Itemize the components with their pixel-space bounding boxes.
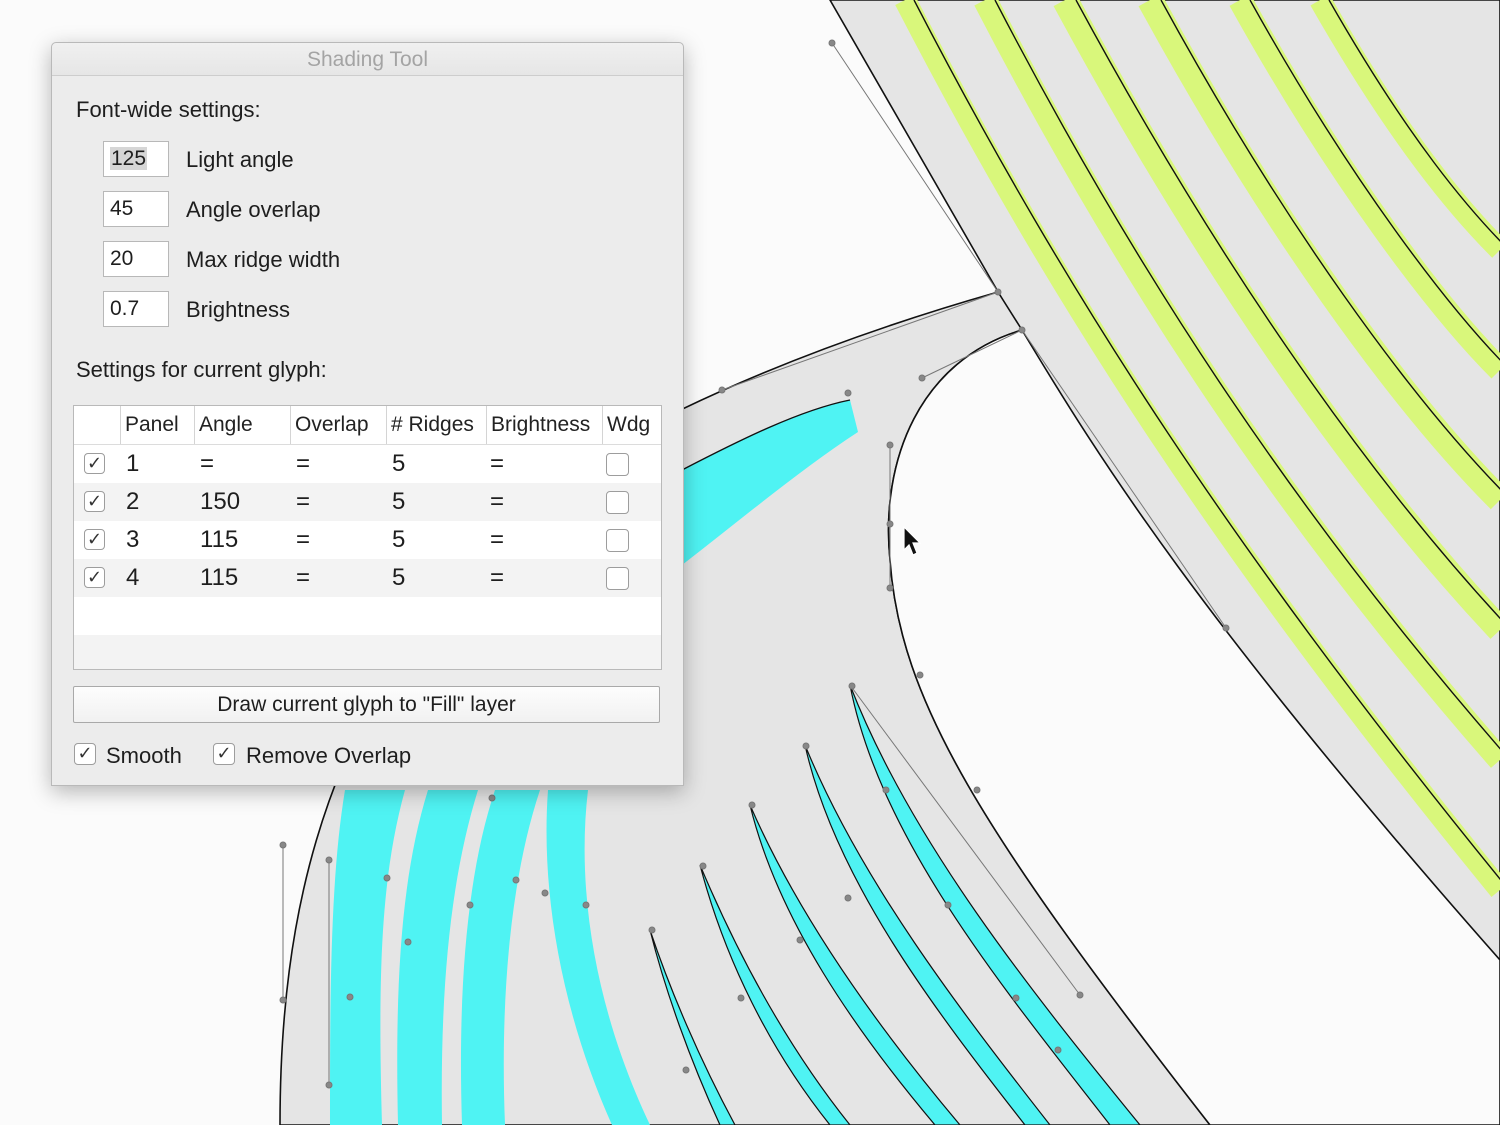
row-enabled-checkbox[interactable]: ✓: [84, 567, 105, 588]
row-enabled-checkbox[interactable]: ✓: [84, 453, 105, 474]
wdg-checkbox[interactable]: [606, 491, 629, 514]
smooth-label[interactable]: Smooth: [106, 743, 182, 769]
cell-ridges[interactable]: 5: [392, 483, 405, 521]
wdg-checkbox[interactable]: [606, 567, 629, 590]
table-row[interactable]: ✓ 3 115 = 5 =: [74, 521, 661, 559]
max-ridge-width-input[interactable]: 20: [103, 241, 169, 277]
table-row[interactable]: ✓ 1 = = 5 =: [74, 445, 661, 483]
cell-overlap[interactable]: =: [296, 559, 310, 597]
light-angle-input[interactable]: 125: [103, 141, 169, 177]
cell-panel: 1: [126, 450, 140, 477]
cell-angle[interactable]: 115: [200, 559, 238, 597]
row-enabled-checkbox[interactable]: ✓: [84, 529, 105, 550]
cell-ridges[interactable]: 5: [392, 521, 405, 559]
table-header: Panel Angle Overlap # Ridges Brightness …: [74, 406, 661, 445]
table-empty-row: [74, 635, 661, 669]
cell-brightness[interactable]: =: [490, 559, 504, 597]
panel-table[interactable]: Panel Angle Overlap # Ridges Brightness …: [73, 405, 662, 670]
draw-to-fill-layer-button[interactable]: Draw current glyph to "Fill" layer: [73, 686, 660, 723]
wdg-checkbox[interactable]: [606, 453, 629, 476]
cell-panel: 4: [126, 564, 140, 591]
table-row[interactable]: ✓ 4 115 = 5 =: [74, 559, 661, 597]
col-brightness[interactable]: Brightness: [486, 406, 597, 444]
cell-overlap[interactable]: =: [296, 521, 310, 559]
col-ridges[interactable]: # Ridges: [386, 406, 479, 444]
cell-ridges[interactable]: 5: [392, 559, 405, 597]
wdg-checkbox[interactable]: [606, 529, 629, 552]
cell-overlap[interactable]: =: [296, 445, 310, 483]
table-row[interactable]: ✓ 2 150 = 5 =: [74, 483, 661, 521]
cell-brightness[interactable]: =: [490, 483, 504, 521]
col-panel[interactable]: Panel: [120, 406, 191, 444]
font-wide-heading: Font-wide settings:: [76, 97, 261, 122]
remove-overlap-checkbox[interactable]: ✓: [213, 743, 235, 765]
smooth-checkbox[interactable]: ✓: [74, 743, 96, 765]
col-angle[interactable]: Angle: [194, 406, 287, 444]
cell-angle[interactable]: 150: [200, 483, 240, 521]
remove-overlap-label[interactable]: Remove Overlap: [246, 743, 411, 769]
angle-overlap-label: Angle overlap: [186, 197, 321, 222]
cell-panel: 2: [126, 488, 140, 515]
col-overlap[interactable]: Overlap: [290, 406, 379, 444]
brightness-label: Brightness: [186, 297, 290, 322]
cell-overlap[interactable]: =: [296, 483, 310, 521]
brightness-input[interactable]: 0.7: [103, 291, 169, 327]
col-wdg[interactable]: Wdg: [602, 406, 657, 444]
cell-ridges[interactable]: 5: [392, 445, 405, 483]
window-title[interactable]: Shading Tool: [52, 43, 683, 76]
cell-brightness[interactable]: =: [490, 445, 504, 483]
cell-panel: 3: [126, 526, 140, 553]
cell-brightness[interactable]: =: [490, 521, 504, 559]
shading-tool-window: Shading Tool Font-wide settings: 125 Lig…: [51, 42, 684, 786]
cell-angle[interactable]: 115: [200, 521, 238, 559]
row-enabled-checkbox[interactable]: ✓: [84, 491, 105, 512]
cell-angle[interactable]: =: [200, 445, 214, 483]
glyph-settings-heading: Settings for current glyph:: [76, 357, 327, 382]
angle-overlap-input[interactable]: 45: [103, 191, 169, 227]
light-angle-label: Light angle: [186, 147, 294, 172]
light-angle-value: 125: [110, 147, 148, 170]
table-empty-row: [74, 597, 661, 635]
max-ridge-width-label: Max ridge width: [186, 247, 341, 272]
